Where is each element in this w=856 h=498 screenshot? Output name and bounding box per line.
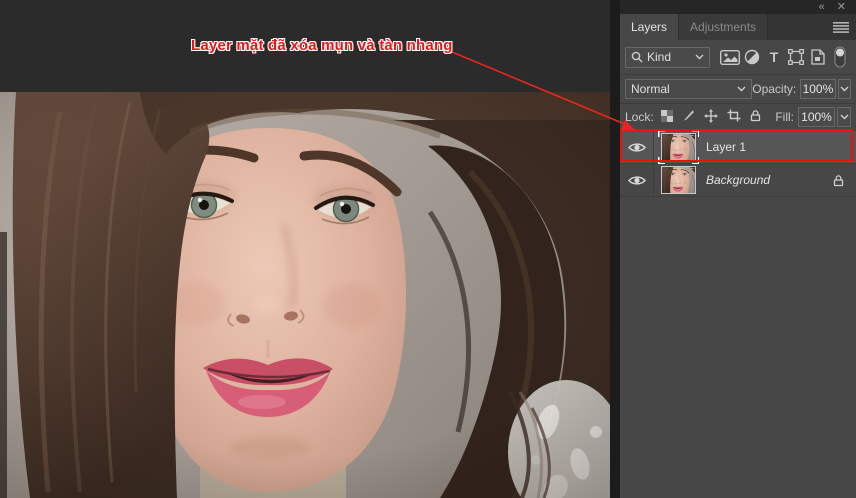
shape-icon [788, 49, 804, 65]
layer-thumbnail-image [662, 167, 695, 193]
chevron-down-icon [840, 86, 849, 92]
search-icon [631, 51, 643, 63]
chevron-down-icon [840, 114, 848, 120]
filter-pixel-layers-button[interactable] [719, 46, 741, 68]
document-image [0, 92, 610, 498]
move-icon [703, 108, 718, 123]
collapse-panels-icon[interactable]: « [819, 1, 825, 13]
panel-tab-bar: Layers Adjustments [620, 14, 856, 40]
layer-lock-badge[interactable] [833, 174, 844, 187]
padlock-icon [833, 174, 844, 186]
kind-filter-label: Kind [647, 50, 672, 64]
type-icon: T [769, 49, 779, 65]
opacity-value[interactable]: 100% [800, 79, 836, 99]
toggle-switch-icon [834, 46, 846, 68]
opacity-dropdown-button[interactable] [837, 79, 851, 99]
image-icon [720, 49, 740, 65]
padlock-icon [750, 110, 760, 122]
eye-icon [627, 175, 646, 185]
layer-filter-toggle[interactable] [829, 46, 851, 68]
checkerboard-icon [660, 109, 673, 122]
chevron-down-icon [737, 86, 746, 92]
lock-all-button[interactable] [750, 109, 761, 125]
blend-mode-dropdown[interactable]: Normal [625, 79, 753, 99]
filter-adjustment-layers-button[interactable] [741, 46, 763, 68]
layer-name[interactable]: Background [706, 173, 770, 187]
layer-thumbnail[interactable] [661, 166, 696, 194]
lock-buttons-group [660, 108, 761, 126]
close-panel-icon[interactable]: ✕ [837, 1, 846, 13]
filter-icons-group: T [719, 46, 851, 68]
layers-panel: « ✕ Layers Adjustments Kind T Normal Opa… [620, 0, 856, 498]
brush-icon [683, 110, 694, 121]
chevron-down-icon [695, 54, 704, 60]
tab-layers[interactable]: Layers [620, 14, 679, 40]
blend-mode-value: Normal [631, 82, 670, 96]
smart-object-icon [811, 49, 825, 65]
photoshop-window: « ✕ Layers Adjustments Kind T Normal Opa… [0, 0, 856, 498]
highlight-rectangle [620, 129, 853, 162]
filter-type-layers-button[interactable]: T [763, 46, 785, 68]
blend-opacity-row: Normal Opacity: 100% [620, 75, 856, 104]
fill-dropdown-button[interactable] [837, 107, 851, 127]
hamburger-icon [833, 21, 849, 33]
lock-transparency-button[interactable] [660, 109, 673, 125]
filter-smart-objects-button[interactable] [807, 46, 829, 68]
tab-adjustments[interactable]: Adjustments [678, 14, 769, 40]
fill-label: Fill: [775, 110, 794, 124]
lock-position-button[interactable] [703, 108, 718, 126]
adjustment-circle-icon [744, 49, 760, 65]
lock-label: Lock: [625, 110, 654, 124]
lock-pixels-button[interactable] [682, 109, 695, 125]
panel-topbar: « ✕ [620, 0, 856, 14]
kind-filter-dropdown[interactable]: Kind [625, 46, 710, 68]
panel-menu-icon[interactable] [833, 14, 856, 40]
layer-row-background[interactable]: Background [620, 164, 856, 197]
layer-filter-row: Kind T [620, 40, 856, 75]
artboard-icon [727, 109, 741, 122]
opacity-label: Opacity: [752, 82, 797, 96]
lock-artboard-button[interactable] [727, 109, 741, 125]
lock-fill-row: Lock: Fill: 100% [620, 104, 856, 130]
filter-shape-layers-button[interactable] [785, 46, 807, 68]
fill-value[interactable]: 100% [798, 107, 835, 127]
canvas-area [0, 0, 610, 498]
annotation-label: Layer mặt đã xóa mụn và tàn nhang [191, 37, 453, 54]
visibility-toggle[interactable] [620, 164, 654, 196]
panel-gutter [610, 0, 620, 498]
